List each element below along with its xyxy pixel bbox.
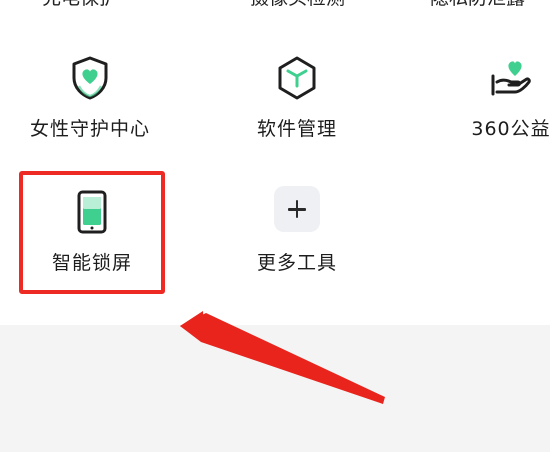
pointer-arrow-icon — [180, 311, 385, 404]
